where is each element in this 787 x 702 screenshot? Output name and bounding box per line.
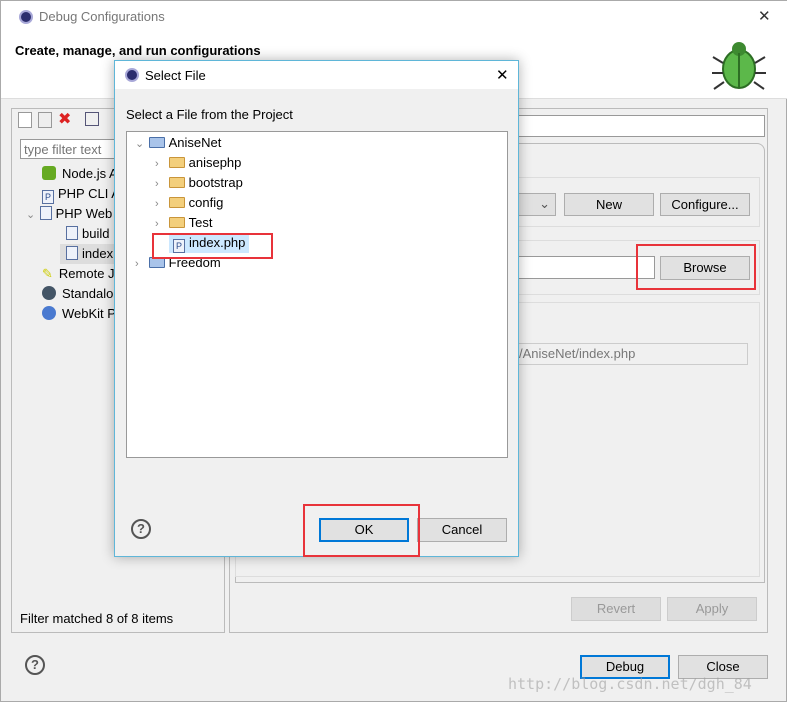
- duplicate-icon[interactable]: [38, 112, 52, 128]
- node-label: Test: [188, 215, 213, 230]
- folder-icon: [168, 197, 185, 208]
- dialog-title-bar: Select File ✕: [115, 61, 518, 89]
- eclipse-icon: [125, 68, 139, 82]
- tree-node-test[interactable]: › Test: [155, 213, 212, 233]
- index-php-highlight: [152, 233, 273, 259]
- chevron-down-icon[interactable]: ⌄: [26, 205, 36, 225]
- php-web-config-icon: [66, 246, 78, 260]
- watermark: http://blog.csdn.net/dgh_84: [508, 675, 752, 693]
- remote-js-icon: ✎: [42, 266, 53, 281]
- dialog-close-icon[interactable]: ✕: [496, 66, 509, 84]
- close-icon[interactable]: ✕: [758, 7, 771, 25]
- folder-icon: [168, 157, 185, 168]
- php-web-icon: [39, 206, 52, 220]
- collapse-all-icon[interactable]: [85, 112, 100, 126]
- bug-icon: [712, 42, 766, 90]
- chevron-down-icon[interactable]: ⌄: [135, 134, 145, 154]
- folder-icon: [168, 177, 185, 188]
- item-label: build: [82, 226, 110, 241]
- window-title: Debug Configurations: [39, 9, 165, 24]
- standalone-icon: [42, 286, 56, 300]
- chevron-right-icon[interactable]: ›: [155, 194, 165, 214]
- chevron-right-icon[interactable]: ›: [155, 174, 165, 194]
- eclipse-icon: [19, 10, 33, 24]
- folder-icon: [168, 217, 185, 228]
- tree-item-build[interactable]: build: [66, 224, 109, 244]
- project-icon: [148, 137, 165, 148]
- cancel-button[interactable]: Cancel: [417, 518, 507, 542]
- header-title: Create, manage, and run configurations: [15, 43, 261, 58]
- help-icon[interactable]: ?: [25, 655, 45, 675]
- new-server-button[interactable]: New: [564, 193, 654, 216]
- delete-icon[interactable]: ✖: [58, 112, 71, 128]
- dialog-title: Select File: [145, 68, 206, 83]
- php-web-config-icon: [66, 226, 78, 240]
- revert-button[interactable]: Revert: [571, 597, 661, 621]
- chevron-right-icon[interactable]: ›: [155, 214, 165, 234]
- webkit-icon: [42, 306, 56, 320]
- url-field: /AniseNet/index.php: [516, 343, 748, 365]
- apply-button[interactable]: Apply: [667, 597, 757, 621]
- tree-node-anisenet[interactable]: ⌄ AniseNet: [135, 133, 221, 153]
- title-bar: Debug Configurations ✕: [1, 1, 787, 33]
- ok-highlight: [303, 504, 420, 557]
- chevron-right-icon[interactable]: ›: [155, 154, 165, 174]
- chevron-down-icon: ⌄: [539, 196, 550, 211]
- file-field[interactable]: [516, 256, 655, 279]
- filter-status: Filter matched 8 of 8 items: [20, 611, 174, 626]
- chevron-right-icon[interactable]: ›: [135, 254, 145, 274]
- select-file-dialog: Select File ✕ Select a File from the Pro…: [114, 60, 519, 557]
- node-label: bootstrap: [188, 175, 243, 190]
- node-label: AniseNet: [168, 135, 222, 150]
- tree-node-config[interactable]: › config: [155, 193, 223, 213]
- php-cli-icon: P: [42, 190, 54, 204]
- server-dropdown[interactable]: ⌄: [516, 193, 556, 216]
- dialog-label: Select a File from the Project: [126, 107, 293, 122]
- configure-button[interactable]: Configure...: [660, 193, 750, 216]
- item-label: index: [82, 246, 114, 261]
- node-label: config: [188, 195, 224, 210]
- tree-node-anisephp[interactable]: › anisephp: [155, 153, 241, 173]
- name-field[interactable]: [516, 115, 765, 137]
- tree-node-bootstrap[interactable]: › bootstrap: [155, 173, 243, 193]
- node-label: anisephp: [188, 155, 242, 170]
- browse-highlight: [636, 244, 756, 290]
- nodejs-icon: [42, 166, 56, 180]
- file-tree[interactable]: ⌄ AniseNet › anisephp › bootstrap › conf…: [126, 131, 508, 458]
- new-configuration-icon[interactable]: [18, 112, 32, 128]
- dialog-help-icon[interactable]: ?: [131, 519, 151, 539]
- toolbar: ✖: [18, 112, 100, 128]
